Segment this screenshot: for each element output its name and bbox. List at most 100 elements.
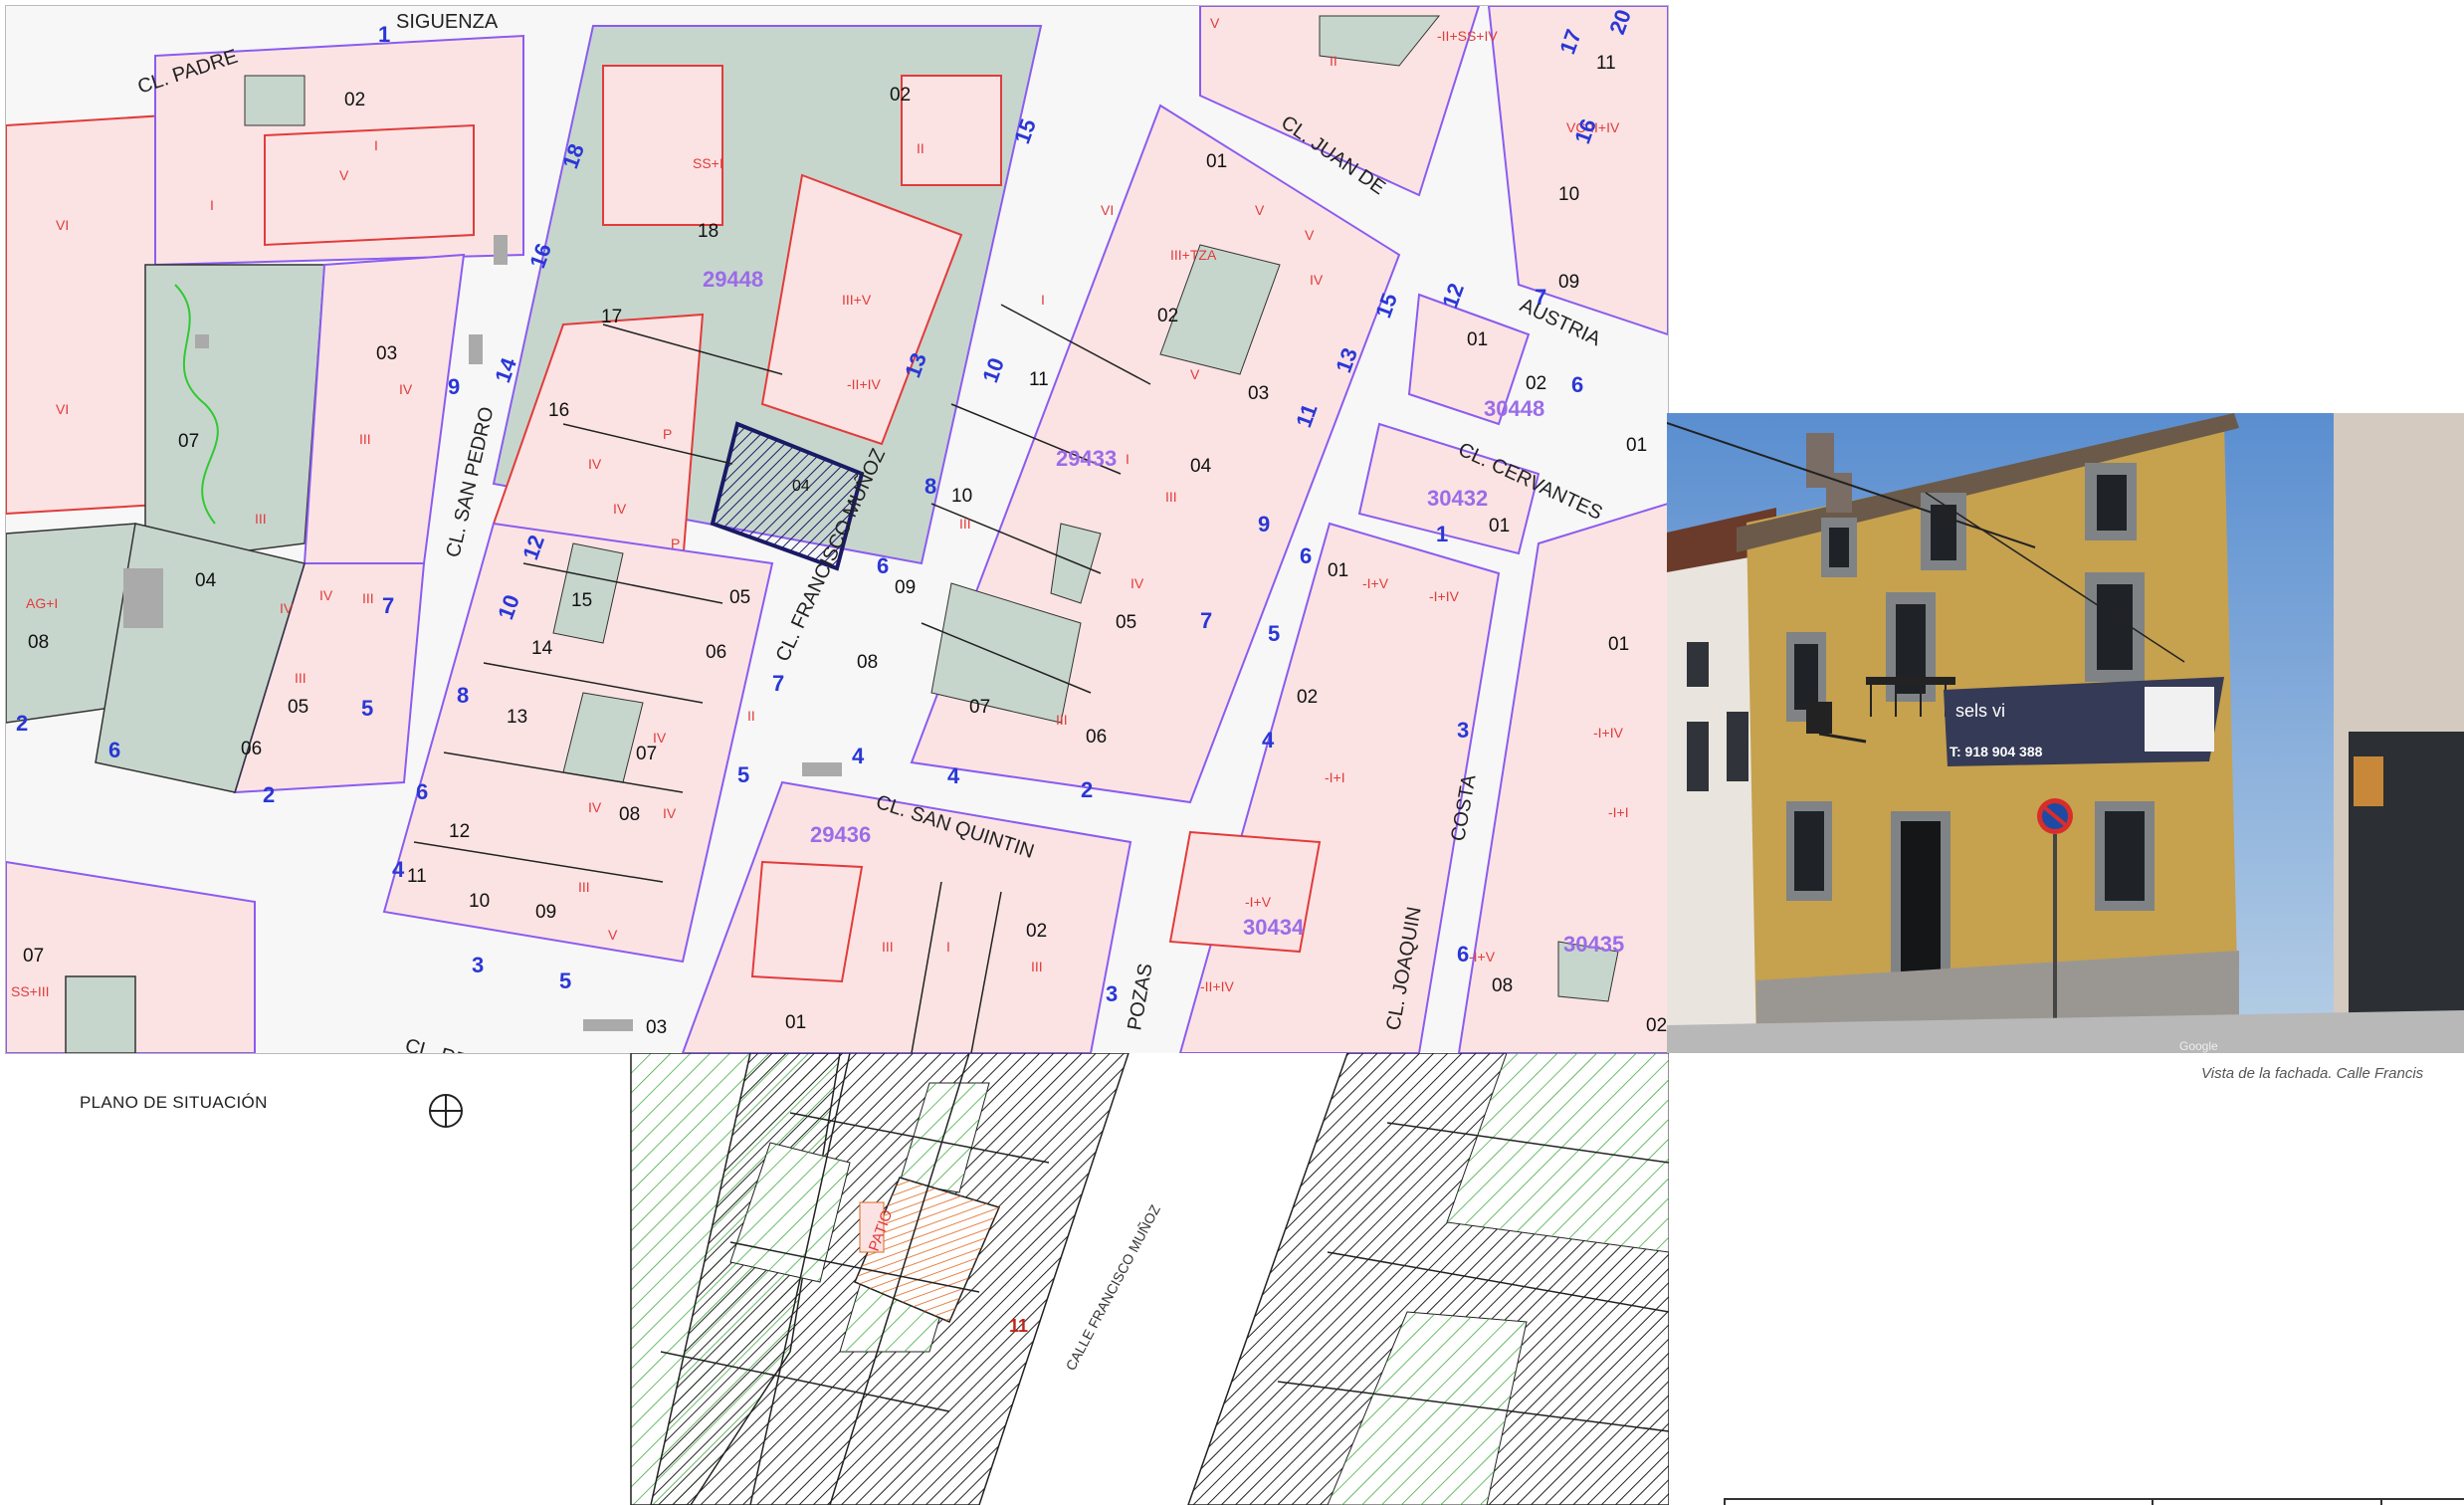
svg-text:P: P [671, 536, 680, 551]
svg-text:IV: IV [613, 501, 627, 517]
svg-text:07: 07 [636, 744, 657, 764]
photo-caption: Vista de la fachada. Calle Francis [2201, 1065, 2424, 1082]
google-watermark: Google [2179, 1039, 2218, 1053]
svg-text:07: 07 [23, 946, 44, 967]
svg-text:09: 09 [1558, 272, 1579, 293]
svg-text:3: 3 [1457, 718, 1469, 743]
svg-text:11: 11 [1596, 53, 1616, 74]
svg-text:-I+V: -I+V [1469, 949, 1496, 965]
svg-text:I: I [946, 939, 950, 955]
svg-text:VI: VI [1101, 202, 1114, 218]
svg-text:04: 04 [195, 570, 217, 591]
svg-text:IV: IV [1310, 272, 1324, 288]
svg-text:3: 3 [1106, 981, 1118, 1006]
svg-text:III+V: III+V [842, 292, 872, 308]
block-number: 30448 [1484, 396, 1544, 421]
svg-text:SS+III: SS+III [11, 983, 50, 999]
svg-text:3: 3 [472, 953, 484, 977]
svg-text:02: 02 [890, 85, 911, 106]
svg-text:III: III [1031, 959, 1043, 974]
svg-text:02: 02 [1646, 1015, 1667, 1036]
cadastral-map[interactable]: 29448 29433 30448 30432 29436 30434 3043… [5, 5, 1669, 1054]
svg-text:08: 08 [857, 652, 878, 673]
svg-text:01: 01 [1467, 329, 1488, 350]
svg-text:04: 04 [1190, 456, 1212, 477]
svg-text:-I+IV: -I+IV [1429, 588, 1460, 604]
svg-text:07: 07 [969, 697, 990, 718]
svg-text:08: 08 [28, 632, 49, 653]
svg-text:1: 1 [378, 22, 390, 47]
svg-text:11: 11 [407, 866, 427, 887]
svg-text:12: 12 [449, 821, 470, 842]
svg-text:02: 02 [344, 90, 365, 110]
svg-text:IV: IV [280, 600, 294, 616]
svg-text:9: 9 [1258, 512, 1270, 537]
svg-text:V: V [1255, 202, 1265, 218]
svg-text:01: 01 [1206, 151, 1227, 172]
svg-text:-II+IV: -II+IV [1200, 978, 1235, 994]
svg-text:8: 8 [924, 474, 936, 499]
svg-text:I: I [210, 197, 214, 213]
svg-text:02: 02 [1526, 373, 1546, 394]
svg-text:08: 08 [619, 804, 640, 825]
detail-plan[interactable]: PATIO CALLE FRANCISCO MUÑOZ 11 [630, 1053, 1669, 1505]
block-number: 30435 [1563, 932, 1624, 957]
block-number: 30432 [1427, 486, 1488, 511]
svg-text:5: 5 [559, 968, 571, 993]
svg-text:III: III [1056, 712, 1068, 728]
svg-text:10: 10 [1558, 184, 1579, 205]
svg-text:IV: IV [399, 381, 413, 397]
svg-text:09: 09 [535, 902, 556, 923]
svg-text:-II+SS+IV: -II+SS+IV [1437, 28, 1498, 44]
svg-text:5: 5 [361, 696, 373, 721]
svg-text:6: 6 [1571, 372, 1583, 397]
banner-phone: T: 918 904 388 [1950, 744, 2043, 759]
svg-text:09: 09 [895, 577, 916, 598]
svg-text:I: I [1041, 292, 1045, 308]
svg-text:IV: IV [319, 587, 333, 603]
banner-text: sels vi [1955, 701, 2005, 721]
svg-text:10: 10 [469, 891, 490, 912]
svg-text:02: 02 [1157, 306, 1178, 326]
svg-text:V: V [339, 167, 349, 183]
street-name: SIGUENZA [396, 11, 499, 33]
block-number: 30434 [1243, 915, 1305, 940]
svg-text:01: 01 [1328, 560, 1348, 581]
svg-text:10: 10 [951, 486, 972, 507]
svg-text:4: 4 [947, 763, 960, 788]
portal-number: 11 [1009, 1316, 1028, 1336]
svg-text:15: 15 [571, 590, 592, 611]
svg-text:-II+IV: -II+IV [847, 376, 882, 392]
svg-text:05: 05 [1116, 612, 1136, 633]
block-number: 29448 [703, 267, 763, 292]
svg-text:I: I [1126, 451, 1129, 467]
svg-text:AG+I: AG+I [26, 595, 58, 611]
svg-text:III: III [959, 516, 971, 532]
svg-text:III: III [578, 879, 590, 895]
svg-text:-I+IV: -I+IV [1593, 725, 1624, 741]
svg-text:4: 4 [392, 857, 405, 882]
svg-text:13: 13 [507, 707, 527, 728]
svg-text:7: 7 [772, 671, 784, 696]
svg-text:05: 05 [288, 697, 308, 718]
svg-text:2: 2 [1081, 777, 1093, 802]
svg-text:4: 4 [1262, 728, 1275, 752]
svg-text:02: 02 [1026, 921, 1047, 942]
svg-text:2: 2 [263, 782, 275, 807]
block-number: 29433 [1056, 446, 1117, 471]
svg-text:V: V [1190, 366, 1200, 382]
svg-text:IV: IV [663, 805, 677, 821]
svg-text:-I+V: -I+V [1245, 894, 1272, 910]
svg-text:SS+I: SS+I [693, 155, 723, 171]
svg-text:18: 18 [698, 221, 719, 242]
svg-text:P: P [663, 426, 672, 442]
svg-text:6: 6 [877, 553, 889, 578]
svg-text:03: 03 [376, 343, 397, 364]
svg-text:V: V [608, 927, 618, 943]
table-frame [1724, 1498, 2464, 1505]
svg-text:6: 6 [1300, 543, 1312, 568]
svg-text:8: 8 [457, 683, 469, 708]
svg-text:III: III [255, 511, 267, 527]
svg-text:02: 02 [1297, 687, 1318, 708]
svg-text:-I+I: -I+I [1608, 804, 1629, 820]
